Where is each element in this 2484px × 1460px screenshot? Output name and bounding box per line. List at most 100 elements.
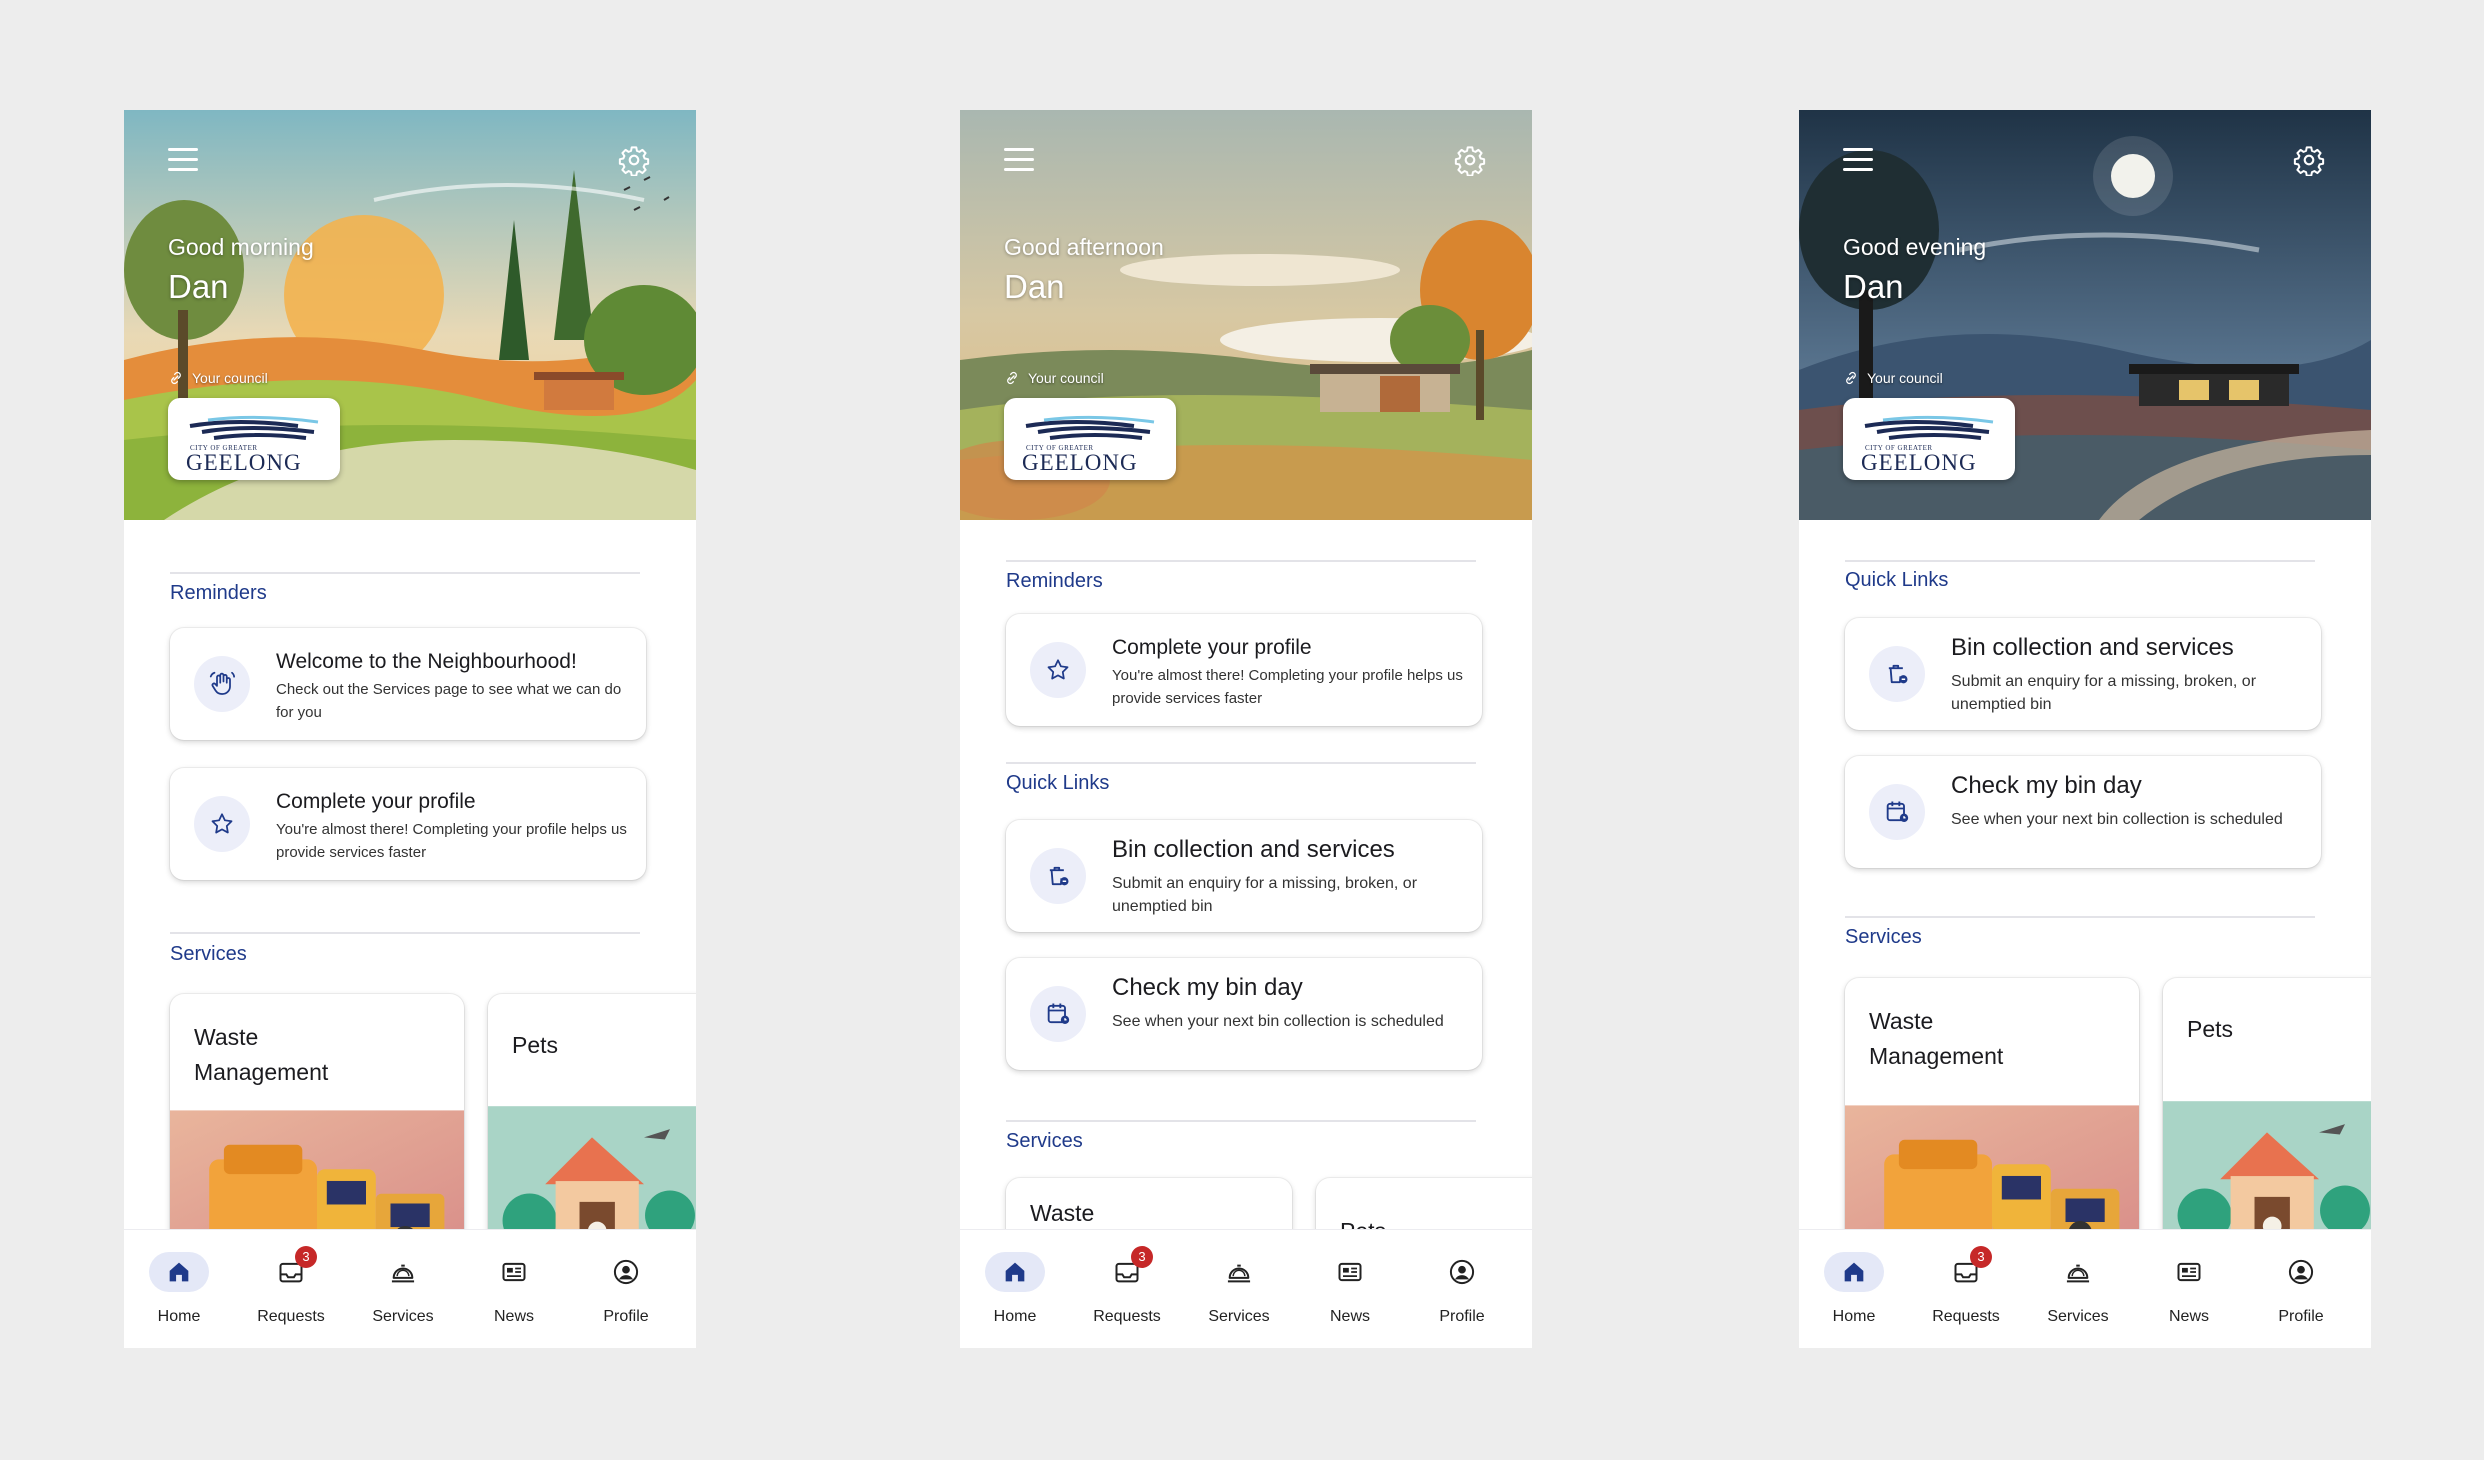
service-card-pets[interactable]: Pets [2163,978,2371,1254]
quicklink-bin-collection-card[interactable]: Bin collection and services Submit an en… [1006,820,1482,932]
newspaper-icon [500,1258,528,1286]
logo-wordmark: GEELONG [1022,450,1138,475]
account-icon [612,1258,640,1286]
service-card-pets[interactable]: Pets [488,994,696,1254]
council-logo[interactable]: CITY OF GREATER GEELONG [1004,398,1176,480]
service-title: Waste Management [1869,1008,2004,1069]
menu-icon[interactable] [1004,146,1036,174]
nav-services[interactable]: Services [1189,1230,1289,1348]
logo-waves-icon [1864,415,1994,440]
service-title: Waste Management [194,1024,329,1085]
star-icon [1030,642,1086,698]
your-council-text: Your council [1867,370,1943,386]
council-logo[interactable]: CITY OF GREATER GEELONG [1843,398,2015,480]
service-title: Pets [512,1032,559,1058]
divider [170,572,640,574]
card-title: Check my bin day [1951,772,2142,799]
reminder-profile-card[interactable]: Complete your profile You're almost ther… [1006,614,1482,726]
council-logo[interactable]: CITY OF GREATER GEELONG [168,398,340,480]
divider [1845,560,2315,562]
card-subtitle: See when your next bin collection is sch… [1112,1013,1444,1030]
service-card-waste[interactable]: Waste Management [170,994,464,1254]
hero-banner: Good evening Dan Your council CITY OF GR… [1799,110,2371,520]
home-icon [1001,1258,1029,1286]
nav-label: Services [2047,1308,2109,1325]
greeting-text: Good evening [1843,234,1987,260]
nav-label: Profile [2278,1308,2324,1325]
nav-home[interactable]: Home [965,1230,1065,1348]
nav-profile[interactable]: Profile [1412,1230,1512,1348]
nav-news[interactable]: News [1300,1230,1400,1348]
logo-wordmark: GEELONG [1861,450,1977,475]
bottom-navigation: Home 3 Requests Services News Profile [1799,1229,2371,1348]
bin-calendar-icon [1869,784,1925,840]
nav-profile[interactable]: Profile [576,1230,676,1348]
card-title: Welcome to the Neighbourhood! [276,650,577,673]
quicklink-bin-day-card[interactable]: Check my bin day See when your next bin … [1845,756,2321,868]
hero-banner: Good afternoon Dan Your council CITY OF … [960,110,1532,520]
nav-profile[interactable]: Profile [2251,1230,2351,1348]
bin-icon [1030,848,1086,904]
your-council-label: Your council [1004,370,1104,386]
nav-label: Requests [1932,1308,2000,1325]
nav-home[interactable]: Home [129,1230,229,1348]
nav-label: Services [1208,1308,1270,1325]
logo-wordmark: GEELONG [186,450,302,475]
bin-calendar-icon [1030,986,1086,1042]
divider [170,932,640,934]
reminder-welcome-card[interactable]: Welcome to the Neighbourhood! Check out … [170,628,646,740]
menu-icon[interactable] [168,146,200,174]
card-title: Bin collection and services [1112,836,1395,863]
phone-screen-evening: Good evening Dan Your council CITY OF GR… [1799,110,2371,1348]
nav-label: Requests [1093,1308,1161,1325]
link-icon [168,370,184,386]
nav-requests[interactable]: 3 Requests [241,1230,341,1348]
nav-news[interactable]: News [2139,1230,2239,1348]
card-title: Complete your profile [1112,636,1312,659]
divider [1006,1120,1476,1122]
service-card-waste[interactable]: Waste Management [1845,978,2139,1254]
card-title: Check my bin day [1112,974,1303,1001]
nav-home[interactable]: Home [1804,1230,1904,1348]
reminders-title: Reminders [1006,570,1103,592]
your-council-text: Your council [192,370,268,386]
home-icon [165,1258,193,1286]
notification-badge: 3 [1131,1246,1153,1268]
card-title: Bin collection and services [1951,634,2234,661]
account-icon [1448,1258,1476,1286]
card-subtitle: Submit an enquiry for a missing, broken,… [1951,673,2257,713]
notification-badge: 3 [1970,1246,1992,1268]
nav-news[interactable]: News [464,1230,564,1348]
nav-label: News [2168,1308,2209,1325]
card-subtitle: You're almost there! Completing your pro… [276,821,627,861]
nav-services[interactable]: Services [353,1230,453,1348]
quicklink-bin-collection-card[interactable]: Bin collection and services Submit an en… [1845,618,2321,730]
settings-gear-icon[interactable] [1454,144,1486,176]
your-council-text: Your council [1028,370,1104,386]
nav-requests[interactable]: 3 Requests [1077,1230,1177,1348]
logo-waves-icon [189,415,319,440]
star-icon [194,796,250,852]
newspaper-icon [1336,1258,1364,1286]
nav-label: News [1329,1308,1370,1325]
reminder-profile-card[interactable]: Complete your profile You're almost ther… [170,768,646,880]
settings-gear-icon[interactable] [618,144,650,176]
notification-badge: 3 [295,1246,317,1268]
menu-icon[interactable] [1843,146,1875,174]
nav-services[interactable]: Services [2028,1230,2128,1348]
nav-requests[interactable]: 3 Requests [1916,1230,2016,1348]
newspaper-icon [2175,1258,2203,1286]
phone-screen-afternoon: Good afternoon Dan Your council CITY OF … [960,110,1532,1348]
card-subtitle: See when your next bin collection is sch… [1951,811,2283,828]
service-bell-icon [389,1258,417,1286]
settings-gear-icon[interactable] [2293,144,2325,176]
service-bell-icon [1225,1258,1253,1286]
card-title: Complete your profile [276,790,476,813]
logo-waves-icon [1025,415,1155,440]
greeting-text: Good afternoon [1004,234,1164,260]
user-name: Dan [168,268,229,305]
user-name: Dan [1004,268,1065,305]
nav-label: Profile [603,1308,649,1325]
user-name: Dan [1843,268,1904,305]
quicklink-bin-day-card[interactable]: Check my bin day See when your next bin … [1006,958,1482,1070]
